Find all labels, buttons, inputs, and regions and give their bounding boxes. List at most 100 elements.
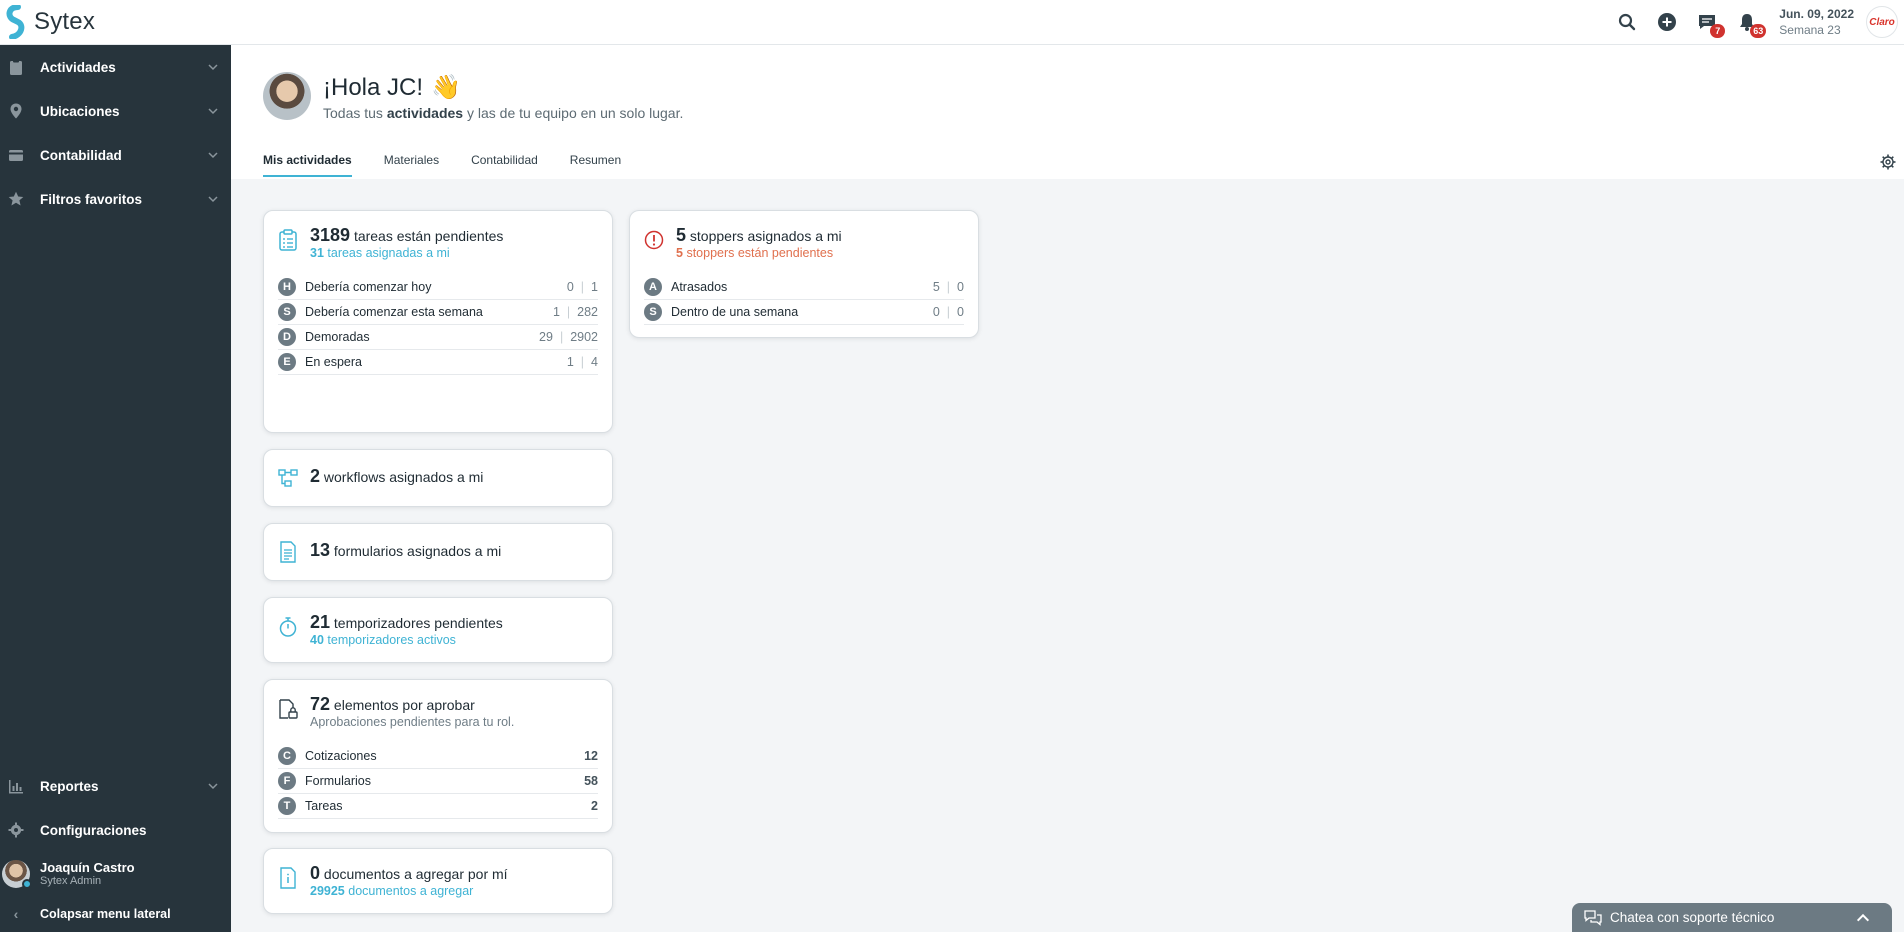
list-item[interactable]: A Atrasados 5 | 0 bbox=[644, 275, 964, 300]
page-title: ¡Hola JC! 👋 bbox=[323, 73, 461, 102]
card-subtitle[interactable]: 40 temporizadores activos bbox=[310, 632, 503, 648]
support-chat-bar[interactable]: Chatea con soporte técnico bbox=[1572, 903, 1892, 932]
sidebar: Actividades Ubicaciones Contabilidad Fil… bbox=[0, 45, 231, 932]
chat-bubbles-icon bbox=[1584, 909, 1602, 926]
sidebar-item-reportes[interactable]: Reportes bbox=[0, 764, 231, 808]
count-value: 5 bbox=[676, 225, 687, 245]
create-button[interactable] bbox=[1647, 0, 1687, 45]
card-subtitle[interactable]: 31 tareas asignadas a mi bbox=[310, 245, 503, 261]
page-subtitle: Todas tus actividades y las de tu equipo… bbox=[323, 105, 683, 121]
row-badge: E bbox=[278, 353, 296, 371]
organization-name: Claro bbox=[1869, 16, 1895, 28]
row-badge: T bbox=[278, 797, 296, 815]
collapse-sidebar-button[interactable]: ‹ Colapsar menu lateral bbox=[0, 896, 231, 932]
row-label: Demoradas bbox=[305, 330, 370, 344]
sidebar-item-contabilidad[interactable]: Contabilidad bbox=[0, 133, 231, 177]
locked-document-icon bbox=[278, 698, 298, 722]
messages-button[interactable]: 7 bbox=[1687, 0, 1727, 45]
row-value: 12 bbox=[584, 749, 598, 763]
workflows-card[interactable]: 2 workflows asignados a mi bbox=[263, 449, 613, 507]
brand-logo[interactable]: Sytex bbox=[0, 5, 230, 39]
notifications-badge: 63 bbox=[1750, 23, 1767, 38]
sidebar-item-actividades[interactable]: Actividades bbox=[0, 45, 231, 89]
plus-circle-icon bbox=[1658, 13, 1677, 31]
tab-materiales[interactable]: Materiales bbox=[384, 153, 439, 177]
list-item[interactable]: T Tareas 2 bbox=[278, 794, 598, 819]
collapse-label: Colapsar menu lateral bbox=[40, 907, 171, 921]
title-text: tareas están pendientes bbox=[353, 228, 504, 244]
list-item[interactable]: C Cotizaciones 12 bbox=[278, 744, 598, 769]
timers-card[interactable]: 21 temporizadores pendientes 40 temporiz… bbox=[263, 597, 613, 663]
avatar bbox=[2, 860, 32, 889]
list-item[interactable]: F Formularios 58 bbox=[278, 769, 598, 794]
chevron-down-icon bbox=[208, 783, 218, 790]
sidebar-item-filtros-favoritos[interactable]: Filtros favoritos bbox=[0, 177, 231, 221]
messages-badge: 7 bbox=[1710, 23, 1726, 38]
notifications-button[interactable]: 63 bbox=[1727, 0, 1767, 45]
wave-icon: 👋 bbox=[431, 74, 461, 101]
chevron-up-icon bbox=[1856, 913, 1870, 921]
mine-value: 1 bbox=[566, 355, 574, 369]
count-value: 2 bbox=[310, 466, 321, 486]
star-icon bbox=[8, 191, 24, 207]
approvals-card[interactable]: 72 elementos por aprobar Aprobaciones pe… bbox=[263, 679, 613, 833]
row-value: 58 bbox=[584, 774, 598, 788]
documents-card[interactable]: 0 documentos a agregar por mí 29925 docu… bbox=[263, 848, 613, 914]
user-profile[interactable]: Joaquín Castro Sytex Admin bbox=[0, 852, 231, 896]
sidebar-item-configuraciones[interactable]: Configuraciones bbox=[0, 808, 231, 852]
card-title: 0 documentos a agregar por mí bbox=[310, 864, 508, 883]
subtitle-text: y las de tu equipo en un solo lugar. bbox=[463, 105, 684, 121]
card-subtitle[interactable]: 5 stoppers están pendientes bbox=[676, 245, 842, 261]
total-value: 282 bbox=[577, 305, 598, 319]
tab-resumen[interactable]: Resumen bbox=[570, 153, 621, 177]
row-label: Debería comenzar esta semana bbox=[305, 305, 483, 319]
search-button[interactable] bbox=[1607, 0, 1647, 45]
title-text: temporizadores pendientes bbox=[333, 615, 503, 631]
row-values: 5 | 0 bbox=[932, 280, 964, 294]
mine-value: 5 bbox=[932, 280, 940, 294]
title-text: stoppers asignados a mi bbox=[689, 228, 842, 244]
count-value: 72 bbox=[310, 694, 331, 714]
row-label: Debería comenzar hoy bbox=[305, 280, 432, 294]
forms-card[interactable]: 13 formularios asignados a mi bbox=[263, 523, 613, 581]
card-subtitle[interactable]: 29925 documentos a agregar bbox=[310, 883, 508, 899]
sub-count: 29925 bbox=[310, 884, 345, 898]
title-text: workflows asignados a mi bbox=[323, 469, 484, 485]
row-label: Dentro de una semana bbox=[671, 305, 799, 319]
list-item[interactable]: S Debería comenzar esta semana 1 | 282 bbox=[278, 300, 598, 325]
list-item[interactable]: E En espera 1 | 4 bbox=[278, 350, 598, 375]
document-info-icon bbox=[278, 867, 298, 891]
sidebar-item-ubicaciones[interactable]: Ubicaciones bbox=[0, 89, 231, 133]
current-week: Semana 23 bbox=[1779, 23, 1841, 37]
list-item[interactable]: D Demoradas 29 | 2902 bbox=[278, 325, 598, 350]
tab-bar: Mis actividades Materiales Contabilidad … bbox=[263, 153, 621, 177]
list-item[interactable]: S Dentro de una semana 0 | 0 bbox=[644, 300, 964, 325]
brand-name: Sytex bbox=[34, 8, 96, 35]
tasks-card[interactable]: 3189 tareas están pendientes 31 tareas a… bbox=[263, 210, 613, 433]
total-value: 0 bbox=[957, 305, 964, 319]
stoppers-card[interactable]: 5 stoppers asignados a mi 5 stoppers est… bbox=[629, 210, 979, 338]
title-text: documentos a agregar por mí bbox=[323, 866, 508, 882]
sidebar-item-label: Actividades bbox=[40, 59, 116, 75]
total-value: 1 bbox=[591, 280, 598, 294]
mine-value: 0 bbox=[932, 305, 940, 319]
total-value: 4 bbox=[591, 355, 598, 369]
row-badge: A bbox=[644, 278, 662, 296]
card-title: 72 elementos por aprobar bbox=[310, 695, 514, 714]
tab-mis-actividades[interactable]: Mis actividades bbox=[263, 153, 352, 177]
row-label: En espera bbox=[305, 355, 362, 369]
list-item[interactable]: H Debería comenzar hoy 0 | 1 bbox=[278, 275, 598, 300]
mine-value: 29 bbox=[539, 330, 553, 344]
row-label: Tareas bbox=[305, 799, 343, 813]
sub-text: documentos a agregar bbox=[348, 884, 474, 898]
count-value: 0 bbox=[310, 863, 321, 883]
tab-contabilidad[interactable]: Contabilidad bbox=[471, 153, 538, 177]
row-badge: H bbox=[278, 278, 296, 296]
sidebar-item-label: Ubicaciones bbox=[40, 103, 120, 119]
organization-logo[interactable]: Claro bbox=[1866, 6, 1898, 38]
row-values: 0 | 0 bbox=[932, 305, 964, 319]
card-subtitle: Aprobaciones pendientes para tu rol. bbox=[310, 715, 515, 729]
row-values: 1 | 282 bbox=[552, 305, 598, 319]
settings-gear-icon[interactable] bbox=[1880, 154, 1896, 170]
sub-text: stoppers están pendientes bbox=[686, 246, 834, 260]
